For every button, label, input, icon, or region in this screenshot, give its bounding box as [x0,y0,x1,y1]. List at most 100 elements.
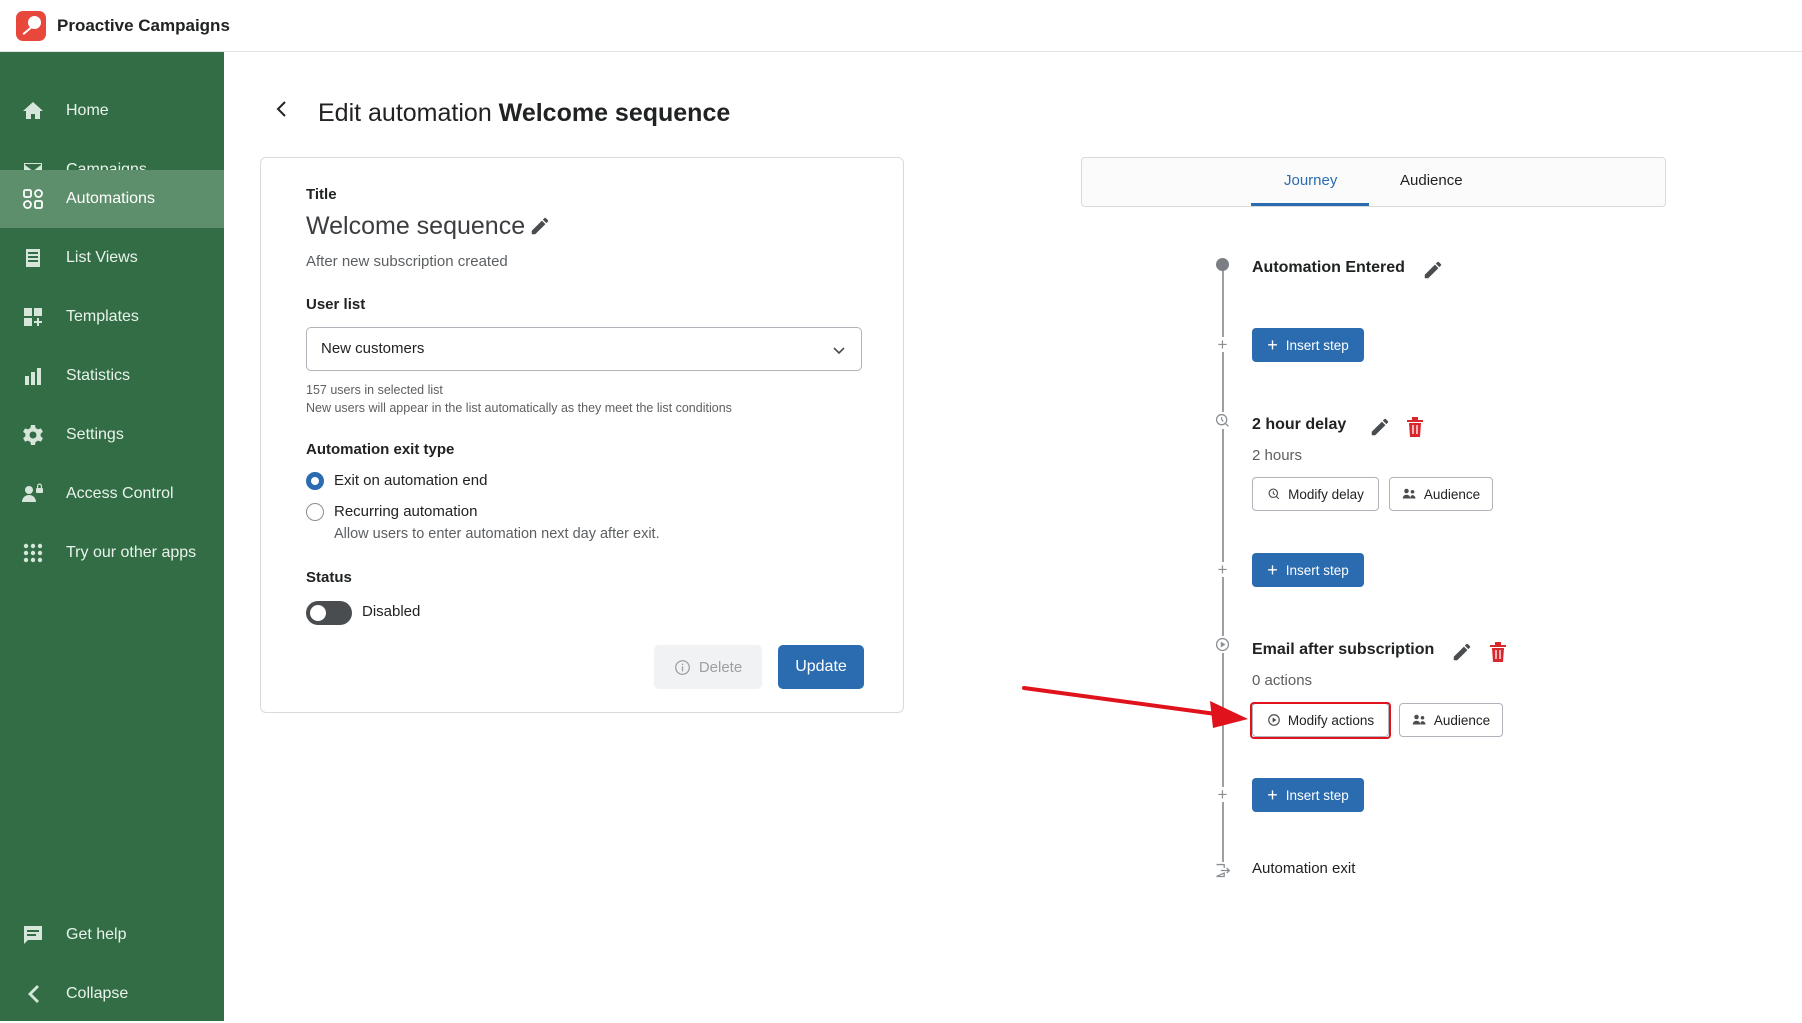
page-title-prefix: Edit automation [318,99,492,127]
edit-entered-button[interactable] [1422,259,1444,281]
insert-step-label: Insert step [1285,337,1349,353]
step-entered-title: Automation Entered [1252,259,1405,276]
chevron-down-icon [833,347,845,355]
automation-settings-card: Title Welcome sequence After new subscri… [260,157,904,713]
apps-grid-icon [20,540,46,566]
pencil-icon [531,217,549,235]
insert-step-button[interactable]: + Insert step [1252,778,1364,812]
recurring-help: Allow users to enter automation next day… [334,526,660,542]
edit-email-button[interactable] [1451,641,1473,663]
modify-actions-label: Modify actions [1287,712,1375,728]
sidebar-item-label: List Views [66,249,138,266]
user-list-value: New customers [321,340,425,357]
title-label: Title [306,186,337,203]
sidebar-item-label: Access Control [66,485,174,502]
automations-icon [20,186,46,212]
app-title: Proactive Campaigns [57,16,230,35]
plus-icon: + [1267,785,1278,805]
exit-icon [1214,862,1231,879]
top-bar: Proactive Campaigns [0,0,1802,52]
radio-exit-on-end[interactable] [306,472,324,490]
plus-icon: + [1267,335,1278,355]
users-icon [20,481,46,507]
email-audience-button[interactable]: Audience [1399,703,1503,737]
step-email-subtitle: 0 actions [1252,672,1313,689]
modify-delay-button[interactable]: Modify delay [1252,477,1379,511]
page-title: Edit automation Welcome sequence [318,99,730,128]
radio-recurring[interactable] [306,503,324,521]
home-icon [20,98,46,124]
sidebar-item-other-apps[interactable]: Try our other apps [0,524,224,582]
modify-actions-button[interactable]: Modify actions [1252,703,1389,737]
delete-delay-button[interactable] [1405,416,1427,438]
pencil-icon [1453,643,1471,661]
bar-chart-icon [20,363,46,389]
chat-icon [20,922,46,948]
sidebar-item-label: Templates [66,308,139,325]
info-icon [674,659,690,675]
sidebar-item-label: Home [66,102,109,119]
tab-audience[interactable]: Audience [1400,172,1463,189]
user-list-help: New users will appear in the list automa… [306,401,732,415]
delete-label: Delete [698,658,743,676]
plus-marker-icon: + [1215,561,1230,578]
trash-icon [1407,417,1423,437]
gear-icon [20,422,46,448]
tab-journey[interactable]: Journey [1284,172,1337,189]
sidebar-item-get-help[interactable]: Get help [0,906,224,964]
trash-icon [1490,642,1506,662]
step-delay-subtitle: 2 hours [1252,447,1303,464]
radio-exit-on-end-label: Exit on automation end [334,472,488,489]
email-step-icon [1214,636,1231,653]
radio-recurring-label: Recurring automation [334,503,478,520]
insert-step-button[interactable]: + Insert step [1252,553,1364,587]
delay-icon [1214,412,1231,429]
user-list-select[interactable]: New customers [306,327,862,371]
status-toggle[interactable] [306,601,352,625]
user-list-count: 157 users in selected list [306,383,443,397]
delay-audience-button[interactable]: Audience [1389,477,1493,511]
edit-delay-button[interactable] [1369,416,1391,438]
sidebar-item-templates[interactable]: Templates [0,288,224,346]
journey-tabs: Journey Audience [1081,157,1666,207]
exit-type-label: Automation exit type [306,441,455,458]
edit-title-button[interactable] [529,215,551,242]
app-logo [16,11,46,41]
insert-step-label: Insert step [1285,787,1349,803]
sidebar: Home Campaigns Automations List Views Te… [0,52,224,1021]
audience-icon [1402,488,1416,499]
page-title-name: Welcome sequence [498,99,731,127]
sidebar-item-settings[interactable]: Settings [0,406,224,464]
automation-exit-label: Automation exit [1252,860,1356,877]
update-button[interactable]: Update [778,645,864,689]
sidebar-item-home[interactable]: Home [0,82,224,140]
status-value: Disabled [362,603,421,620]
sidebar-item-statistics[interactable]: Statistics [0,347,224,405]
sidebar-item-label: Get help [66,926,127,943]
sidebar-item-collapse[interactable]: Collapse [0,965,224,1023]
pencil-icon [1371,418,1389,436]
title-value: Welcome sequence [306,212,526,240]
delete-button[interactable]: Delete [654,645,762,689]
plus-marker-icon: + [1215,786,1230,803]
modify-delay-label: Modify delay [1288,486,1364,502]
templates-icon [20,304,46,330]
entry-dot-icon [1216,258,1229,271]
annotation-arrow-icon [1022,686,1248,728]
audience-label: Audience [1433,712,1491,728]
title-subtitle: After new subscription created [306,253,508,270]
insert-step-button[interactable]: + Insert step [1252,328,1364,362]
play-icon [1267,714,1280,726]
active-tab-indicator [1251,203,1369,206]
user-list-label: User list [306,296,366,313]
insert-step-label: Insert step [1285,562,1349,578]
sidebar-item-access-control[interactable]: Access Control [0,465,224,523]
step-email-title: Email after subscription [1252,641,1435,658]
chevron-left-icon [20,981,46,1007]
sidebar-item-automations[interactable]: Automations [0,170,224,228]
sidebar-item-list-views[interactable]: List Views [0,229,224,287]
back-button[interactable] [270,97,294,121]
sidebar-item-label: Automations [66,190,155,207]
sidebar-item-label: Statistics [66,367,131,384]
delete-email-button[interactable] [1488,641,1510,663]
